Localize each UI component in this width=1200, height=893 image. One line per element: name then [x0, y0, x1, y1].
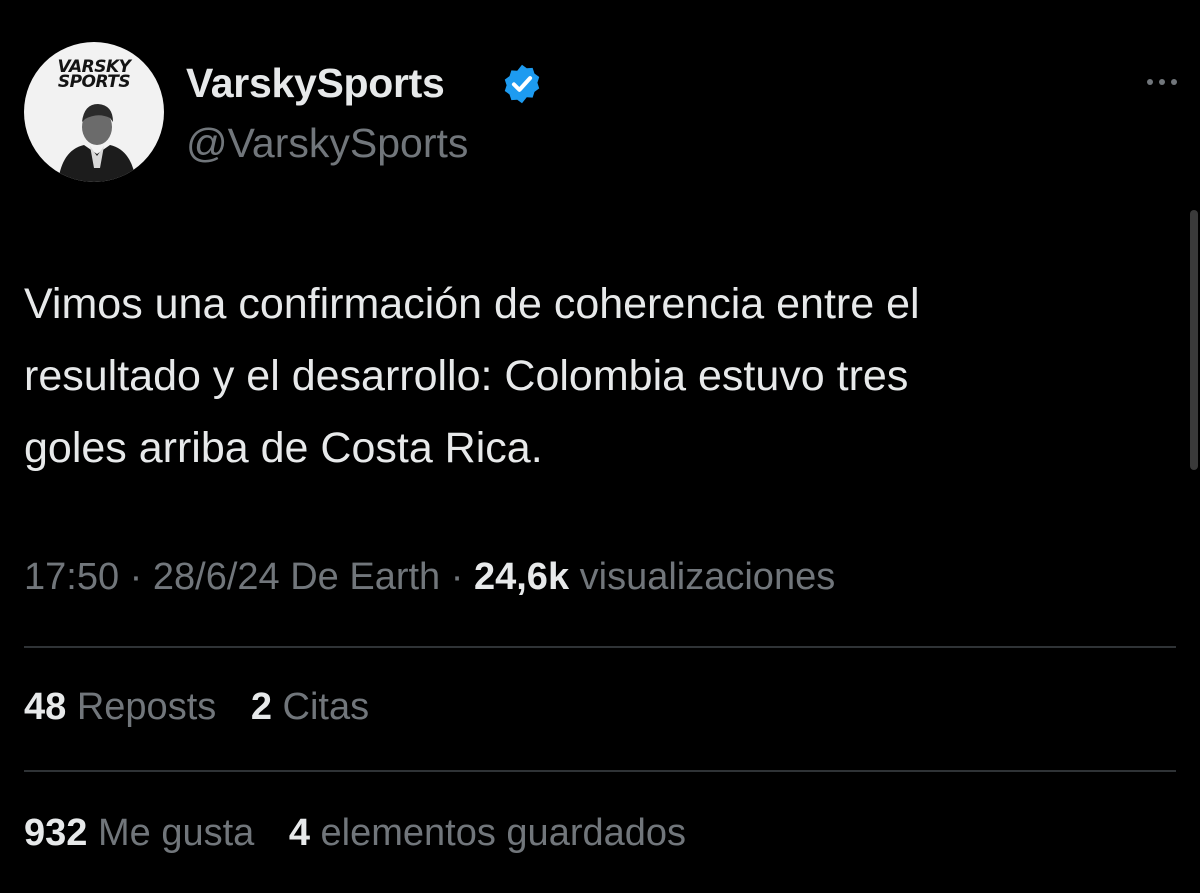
reposts-count: 48: [24, 686, 67, 728]
views-count: 24,6k: [473, 556, 570, 598]
tweet-date[interactable]: 28/6/24: [153, 556, 280, 598]
bookmarks-label: elementos guardados: [320, 812, 687, 854]
bookmarks-count: 4: [288, 812, 310, 854]
verified-badge-icon: [504, 64, 540, 104]
avatar[interactable]: VARSKY SPORTS: [24, 42, 164, 182]
tweet-text-line: goles arriba de Costa Rica.: [24, 424, 543, 472]
tweet-text: Vimos una confirmación de coherencia ent…: [24, 268, 1174, 484]
quotes-count: 2: [250, 686, 272, 728]
tweet-text-line: Vimos una confirmación de coherencia ent…: [24, 280, 920, 328]
bookmarks-stat[interactable]: 4 elementos guardados: [289, 812, 686, 855]
tweet-time[interactable]: 17:50: [24, 556, 119, 598]
more-options-icon[interactable]: [1140, 70, 1184, 94]
meta-separator: ·: [440, 556, 474, 598]
avatar-logo: VARSKY SPORTS: [24, 59, 164, 92]
display-name[interactable]: VarskySports: [186, 60, 445, 107]
meta-separator: ·: [119, 556, 153, 598]
divider: [24, 646, 1176, 648]
quotes-stat[interactable]: 2 Citas: [251, 686, 369, 729]
divider: [24, 770, 1176, 772]
likes-label: Me gusta: [97, 812, 255, 854]
likes-count: 932: [24, 812, 88, 854]
tweet-source: De Earth: [290, 556, 441, 598]
tweet-detail: VARSKY SPORTS VarskySports @VarskySports…: [0, 0, 1200, 893]
scrollbar[interactable]: [1190, 210, 1198, 470]
likes-stat[interactable]: 932 Me gusta: [24, 812, 254, 855]
quotes-label: Citas: [282, 686, 370, 728]
views-label: visualizaciones: [579, 556, 836, 598]
reposts-label: Reposts: [76, 686, 217, 728]
stats-row-likes: 932 Me gusta 4 elementos guardados: [24, 812, 710, 855]
avatar-logo-line2: SPORTS: [57, 72, 131, 92]
tweet-meta: 17:50 · 28/6/24 De Earth · 24,6k visuali…: [24, 556, 835, 599]
reposts-stat[interactable]: 48 Reposts: [24, 686, 216, 729]
user-handle[interactable]: @VarskySports: [186, 120, 468, 167]
stats-row-reposts: 48 Reposts 2 Citas: [24, 686, 393, 729]
tweet-text-line: resultado y el desarrollo: Colombia estu…: [24, 352, 909, 400]
